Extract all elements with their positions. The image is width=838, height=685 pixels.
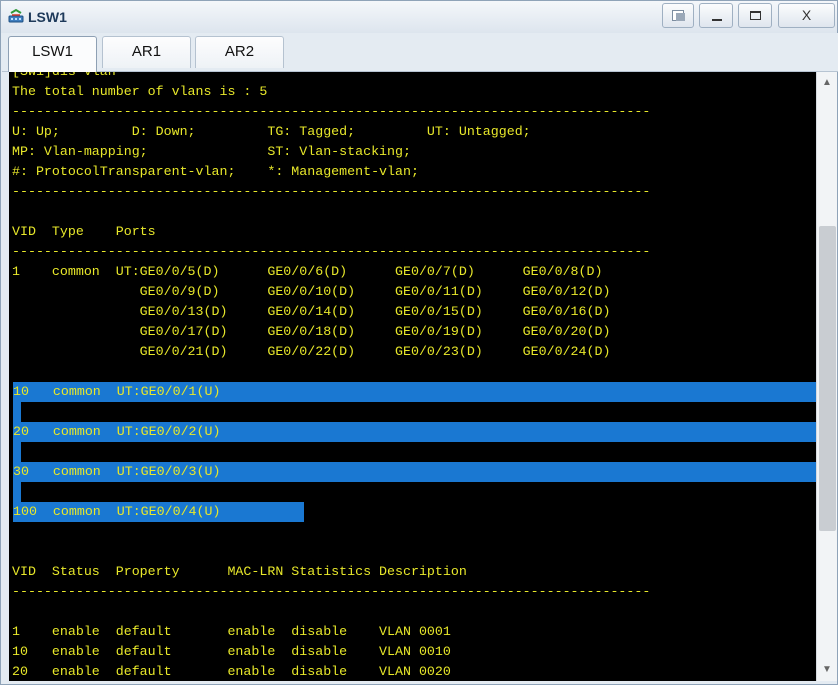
vertical-scrollbar[interactable]: ▲ ▼: [816, 72, 837, 681]
scroll-up-icon[interactable]: ▲: [817, 72, 837, 92]
terminal-line: VID Type Ports: [12, 224, 156, 239]
terminal-line: ----------------------------------------…: [12, 244, 651, 259]
highlighted-vlan-row: 20 common UT:GE0/0/2(U): [13, 424, 221, 439]
terminal-line: GE0/0/9(D) GE0/0/10(D) GE0/0/11(D) GE0/0…: [12, 284, 611, 299]
tab-ar1[interactable]: AR1: [102, 36, 191, 68]
minimize-icon: [712, 19, 722, 21]
close-button[interactable]: X: [778, 3, 835, 28]
tab-ar2[interactable]: AR2: [195, 36, 284, 68]
terminal-window: LSW1 X LSW1 AR1 AR2 [SW1]dis vlan The to…: [0, 0, 838, 685]
terminal-line: The total number of vlans is : 5: [12, 84, 268, 99]
terminal-output[interactable]: [SW1]dis vlan The total number of vlans …: [9, 72, 816, 681]
maximize-icon: [750, 11, 761, 20]
close-icon: X: [801, 7, 812, 23]
restore-button[interactable]: [662, 3, 694, 28]
highlighted-vlan-row: 100 common UT:GE0/0/4(U): [13, 504, 221, 519]
terminal-line: 20 enable default enable disable VLAN 00…: [12, 664, 451, 679]
terminal-line: GE0/0/17(D) GE0/0/18(D) GE0/0/19(D) GE0/…: [12, 324, 611, 339]
terminal-line: ----------------------------------------…: [12, 184, 651, 199]
maximize-button[interactable]: [738, 3, 772, 28]
terminal-line: 1 common UT:GE0/0/5(D) GE0/0/6(D) GE0/0/…: [12, 264, 603, 279]
scrollbar-thumb[interactable]: [819, 226, 836, 531]
terminal-line: VID Status Property MAC-LRN Statistics D…: [12, 564, 467, 579]
selection-highlight: [13, 482, 21, 502]
scroll-down-icon[interactable]: ▼: [817, 661, 837, 681]
tab-bar: LSW1 AR1 AR2: [2, 33, 838, 72]
terminal-line: ----------------------------------------…: [12, 584, 651, 599]
highlighted-vlan-row: 30 common UT:GE0/0/3(U): [13, 464, 221, 479]
terminal-line: GE0/0/13(D) GE0/0/14(D) GE0/0/15(D) GE0/…: [12, 304, 611, 319]
terminal-line: #: ProtocolTransparent-vlan; *: Manageme…: [12, 164, 419, 179]
title-bar[interactable]: LSW1 X: [1, 1, 837, 33]
window-title: LSW1: [28, 9, 67, 25]
selection-highlight: [13, 442, 21, 462]
terminal-line: 1 enable default enable disable VLAN 000…: [12, 624, 451, 639]
minimize-button[interactable]: [699, 3, 733, 28]
terminal-line: ----------------------------------------…: [12, 104, 651, 119]
terminal-line: MP: Vlan-mapping; ST: Vlan-stacking;: [12, 144, 411, 159]
terminal-line: GE0/0/21(D) GE0/0/22(D) GE0/0/23(D) GE0/…: [12, 344, 611, 359]
terminal-line: U: Up; D: Down; TG: Tagged; UT: Untagged…: [12, 124, 531, 139]
switch-app-icon: [8, 8, 24, 23]
highlighted-vlan-row: 10 common UT:GE0/0/1(U): [13, 384, 221, 399]
selection-highlight: [13, 402, 21, 422]
terminal-line-cutoff: [SW1]dis vlan: [9, 72, 116, 82]
tab-lsw1[interactable]: LSW1: [8, 36, 97, 72]
terminal-line: 10 enable default enable disable VLAN 00…: [12, 644, 451, 659]
